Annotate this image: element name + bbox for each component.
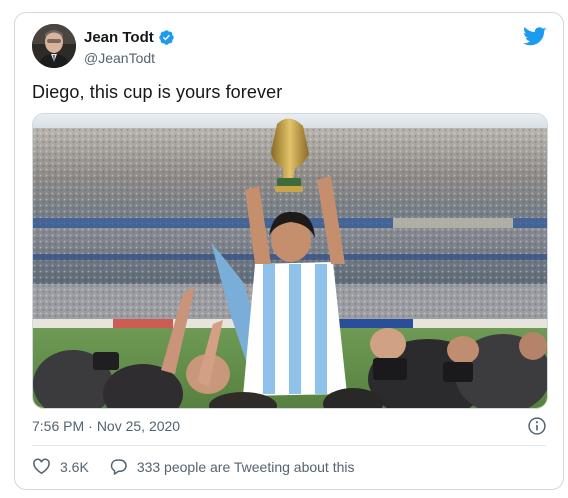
info-icon[interactable] [527,416,547,436]
tweet-timestamp[interactable]: 7:56 PM · Nov 25, 2020 [32,418,180,434]
like-count[interactable]: 3.6K [60,459,89,475]
tweet-time[interactable]: 7:56 PM [32,418,84,434]
conversation-label[interactable]: 333 people are Tweeting about this [137,459,355,475]
heart-icon [33,458,50,475]
tweet-card[interactable]: Jean Todt @JeanTodt Diego, this cup is y… [14,12,564,490]
speech-bubble-icon [110,459,127,475]
tweet-photo[interactable] [32,113,548,409]
display-name[interactable]: Jean Todt [84,29,175,46]
like-button[interactable]: 3.6K [32,457,89,476]
timestamp-separator: · [88,418,93,434]
verified-badge-icon [158,29,175,46]
tweet-date[interactable]: Nov 25, 2020 [97,418,180,434]
display-name-text[interactable]: Jean Todt [84,29,154,46]
conversation-link[interactable]: 333 people are Tweeting about this [109,457,355,476]
twitter-bird-icon[interactable] [523,26,547,48]
divider [32,445,546,446]
avatar[interactable] [32,24,76,68]
tweet-text: Diego, this cup is yours forever [32,82,283,102]
user-handle[interactable]: @JeanTodt [84,50,155,66]
tweet-actions: 3.6K 333 people are Tweeting about this [32,457,355,476]
